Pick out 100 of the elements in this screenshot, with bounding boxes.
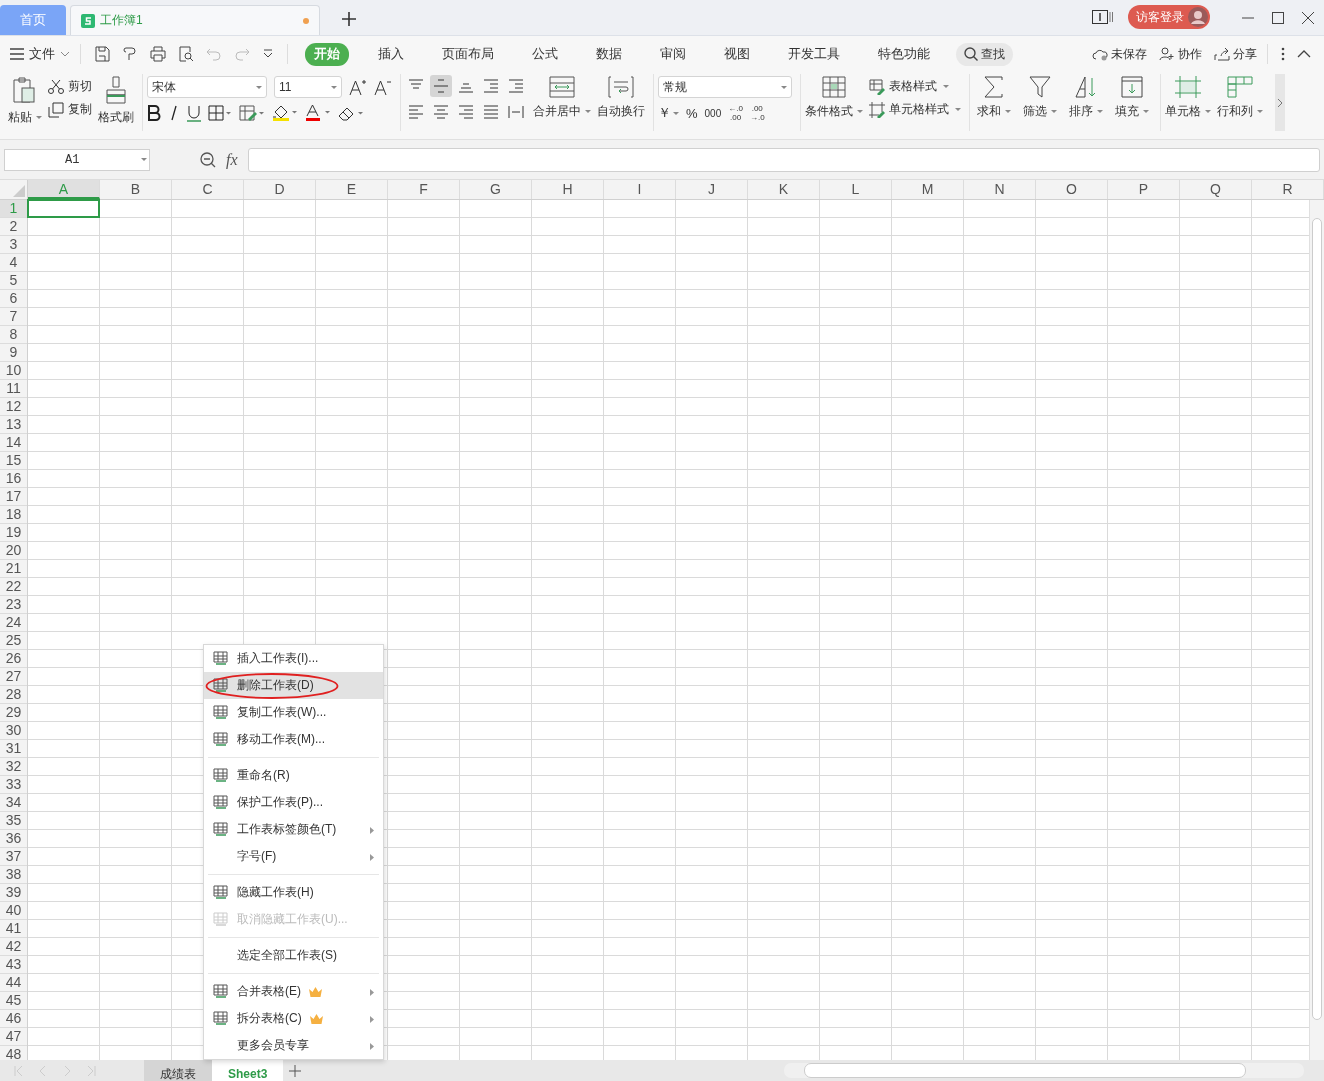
row-header[interactable]: 14 — [0, 434, 27, 452]
menu-item[interactable]: 隐藏工作表(H) — [204, 879, 383, 906]
menu-item[interactable]: 工作表标签颜色(T) — [204, 816, 383, 843]
undo-icon[interactable] — [206, 46, 222, 62]
row-header[interactable]: 8 — [0, 326, 27, 344]
sheet-tab[interactable]: 成绩表 — [144, 1060, 212, 1081]
row-header[interactable]: 42 — [0, 938, 27, 956]
italic-icon[interactable] — [168, 105, 180, 121]
number-format-field[interactable]: 常规 — [658, 76, 792, 98]
font-color-icon[interactable] — [305, 104, 331, 122]
row-header[interactable]: 9 — [0, 344, 27, 362]
column-header[interactable]: J — [676, 180, 748, 199]
menu-item[interactable]: 拆分表格(C) — [204, 1005, 383, 1032]
zoom-icon[interactable] — [200, 151, 216, 168]
vertical-scrollbar[interactable] — [1309, 200, 1324, 1060]
row-header[interactable]: 7 — [0, 308, 27, 326]
row-header[interactable]: 11 — [0, 380, 27, 398]
cell-style-button[interactable]: 单元格样式 — [869, 101, 961, 118]
column-header[interactable]: L — [820, 180, 892, 199]
row-header[interactable]: 3 — [0, 236, 27, 254]
row-header[interactable]: 6 — [0, 290, 27, 308]
ribbon-tab[interactable]: 插入 — [369, 42, 413, 66]
row-header[interactable]: 19 — [0, 524, 27, 542]
sheet-tab[interactable]: Sheet3 — [212, 1060, 284, 1081]
menu-item[interactable]: 删除工作表(D) — [204, 672, 383, 699]
percent-button[interactable]: % — [686, 105, 698, 121]
row-header[interactable]: 38 — [0, 866, 27, 884]
more-icon[interactable] — [1281, 47, 1285, 61]
row-header[interactable]: 41 — [0, 920, 27, 938]
column-header[interactable]: M — [892, 180, 964, 199]
format-painter-button[interactable]: 格式刷 — [98, 74, 134, 126]
eraser-icon[interactable] — [338, 105, 364, 121]
collaborate-button[interactable]: 协作 — [1159, 45, 1202, 63]
row-header[interactable]: 32 — [0, 758, 27, 776]
increase-font-icon[interactable] — [349, 78, 367, 96]
redo-icon[interactable] — [234, 46, 250, 62]
cut-button[interactable]: 剪切 — [48, 78, 92, 95]
column-header[interactable]: Q — [1180, 180, 1252, 199]
row-header[interactable]: 40 — [0, 902, 27, 920]
decrease-font-icon[interactable] — [374, 78, 392, 96]
column-header[interactable]: O — [1036, 180, 1108, 199]
horizontal-scrollbar[interactable] — [784, 1063, 1304, 1078]
menu-item[interactable]: 复制工作表(W)... — [204, 699, 383, 726]
row-header[interactable]: 47 — [0, 1028, 27, 1046]
copy-button[interactable]: 复制 — [48, 101, 92, 118]
merge-center-button[interactable]: 合并居中 — [533, 74, 591, 120]
sort-button[interactable]: 排序 — [1066, 74, 1106, 120]
login-button[interactable]: 访客登录 — [1128, 5, 1210, 29]
row-header[interactable]: 30 — [0, 722, 27, 740]
column-header[interactable]: R — [1252, 180, 1324, 199]
conditional-format-button[interactable]: 条件格式 — [805, 74, 863, 120]
row-header[interactable]: 15 — [0, 452, 27, 470]
menu-item[interactable]: 字号(F) — [204, 843, 383, 870]
row-header[interactable]: 24 — [0, 614, 27, 632]
row-header[interactable]: 43 — [0, 956, 27, 974]
filter-button[interactable]: 筛选 — [1020, 74, 1060, 120]
print-icon[interactable] — [150, 46, 166, 62]
column-header[interactable]: H — [532, 180, 604, 199]
paste-button[interactable]: 粘贴 — [8, 74, 42, 126]
borders-icon[interactable] — [208, 105, 232, 121]
highlight-color-icon[interactable] — [272, 104, 298, 122]
row-header[interactable]: 18 — [0, 506, 27, 524]
menu-item[interactable]: 保护工作表(P)... — [204, 789, 383, 816]
row-header[interactable]: 44 — [0, 974, 27, 992]
print-preview-icon[interactable] — [178, 46, 194, 62]
file-menu[interactable]: 文件 — [10, 45, 70, 63]
ribbon-tab[interactable]: 数据 — [587, 42, 631, 66]
underline-icon[interactable] — [187, 104, 201, 122]
column-header[interactable]: E — [316, 180, 388, 199]
column-header[interactable]: B — [100, 180, 172, 199]
row-header[interactable]: 2 — [0, 218, 27, 236]
row-header[interactable]: 26 — [0, 650, 27, 668]
close-icon[interactable] — [1302, 12, 1314, 24]
row-header[interactable]: 28 — [0, 686, 27, 704]
wrap-text-button[interactable]: 自动换行 — [597, 74, 645, 120]
row-header[interactable]: 20 — [0, 542, 27, 560]
row-header[interactable]: 25 — [0, 632, 27, 650]
cell-fill-icon[interactable] — [239, 105, 265, 121]
ribbon-tab[interactable]: 特色功能 — [869, 42, 939, 66]
ribbon-tab[interactable]: 开发工具 — [779, 42, 849, 66]
column-header[interactable]: I — [604, 180, 676, 199]
new-tab-icon[interactable] — [342, 12, 356, 26]
thousands-button[interactable]: 000 — [704, 107, 722, 119]
row-header[interactable]: 21 — [0, 560, 27, 578]
ribbon-tab[interactable]: 公式 — [523, 42, 567, 66]
selected-cell[interactable] — [27, 199, 100, 218]
row-header[interactable]: 13 — [0, 416, 27, 434]
row-header[interactable]: 37 — [0, 848, 27, 866]
column-header[interactable]: N — [964, 180, 1036, 199]
row-header[interactable]: 31 — [0, 740, 27, 758]
row-header[interactable]: 12 — [0, 398, 27, 416]
sum-button[interactable]: 求和 — [974, 74, 1014, 120]
row-header[interactable]: 29 — [0, 704, 27, 722]
row-header[interactable]: 17 — [0, 488, 27, 506]
function-label[interactable]: fx — [226, 150, 238, 169]
decimal-button[interactable]: ←.0 .00 — [728, 104, 743, 122]
menu-item[interactable]: 选定全部工作表(S) — [204, 942, 383, 969]
row-header[interactable]: 39 — [0, 884, 27, 902]
name-box[interactable]: A1 — [4, 148, 150, 171]
maximize-icon[interactable] — [1272, 12, 1284, 24]
